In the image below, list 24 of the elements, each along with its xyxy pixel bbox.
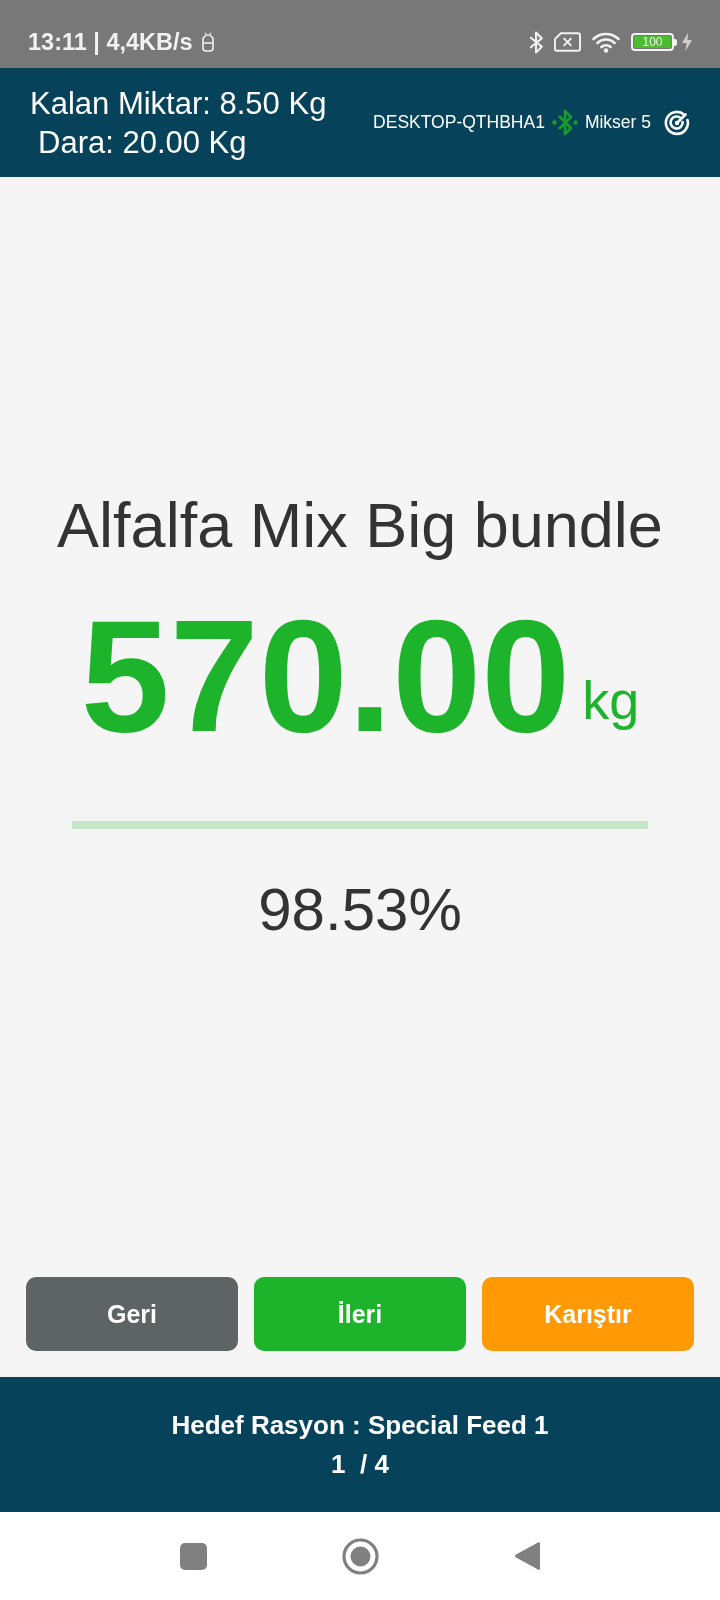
back-button[interactable]: Geri [26,1277,238,1351]
square-icon[interactable] [180,1542,207,1570]
ingredient-name: Alfalfa Mix Big bundle [57,489,663,562]
page-counter: 1 / 4 [331,1448,389,1480]
bluetooth-icon [529,30,543,54]
next-button[interactable]: İleri [254,1277,466,1351]
weight-value: 570.00 [80,596,571,756]
target-icon [664,109,690,136]
wifi-icon [592,31,620,53]
remaining-amount: Kalan Miktar: 8.50 Kg [30,84,327,122]
back-icon[interactable] [514,1541,540,1571]
device-name: DESKTOP-QTHBHA1 [373,112,545,133]
robot-icon [200,32,215,52]
sim-card-x-icon [554,32,581,52]
home-icon[interactable] [342,1537,379,1575]
charging-bolt-icon [682,33,692,51]
target-ration: Hedef Rasyon : Special Feed 1 [171,1409,549,1441]
percentage-value: 98.53% [258,879,462,941]
mixer-name: Mikser 5 [584,112,651,133]
mix-button[interactable]: Karıştır [482,1277,694,1351]
status-time-speed: 13:11 | 4,4KB/s [28,28,193,56]
weight-unit: kg [582,673,640,732]
battery-icon: 100 [631,33,677,51]
tare-weight: Dara: 20.00 Kg [37,123,248,161]
